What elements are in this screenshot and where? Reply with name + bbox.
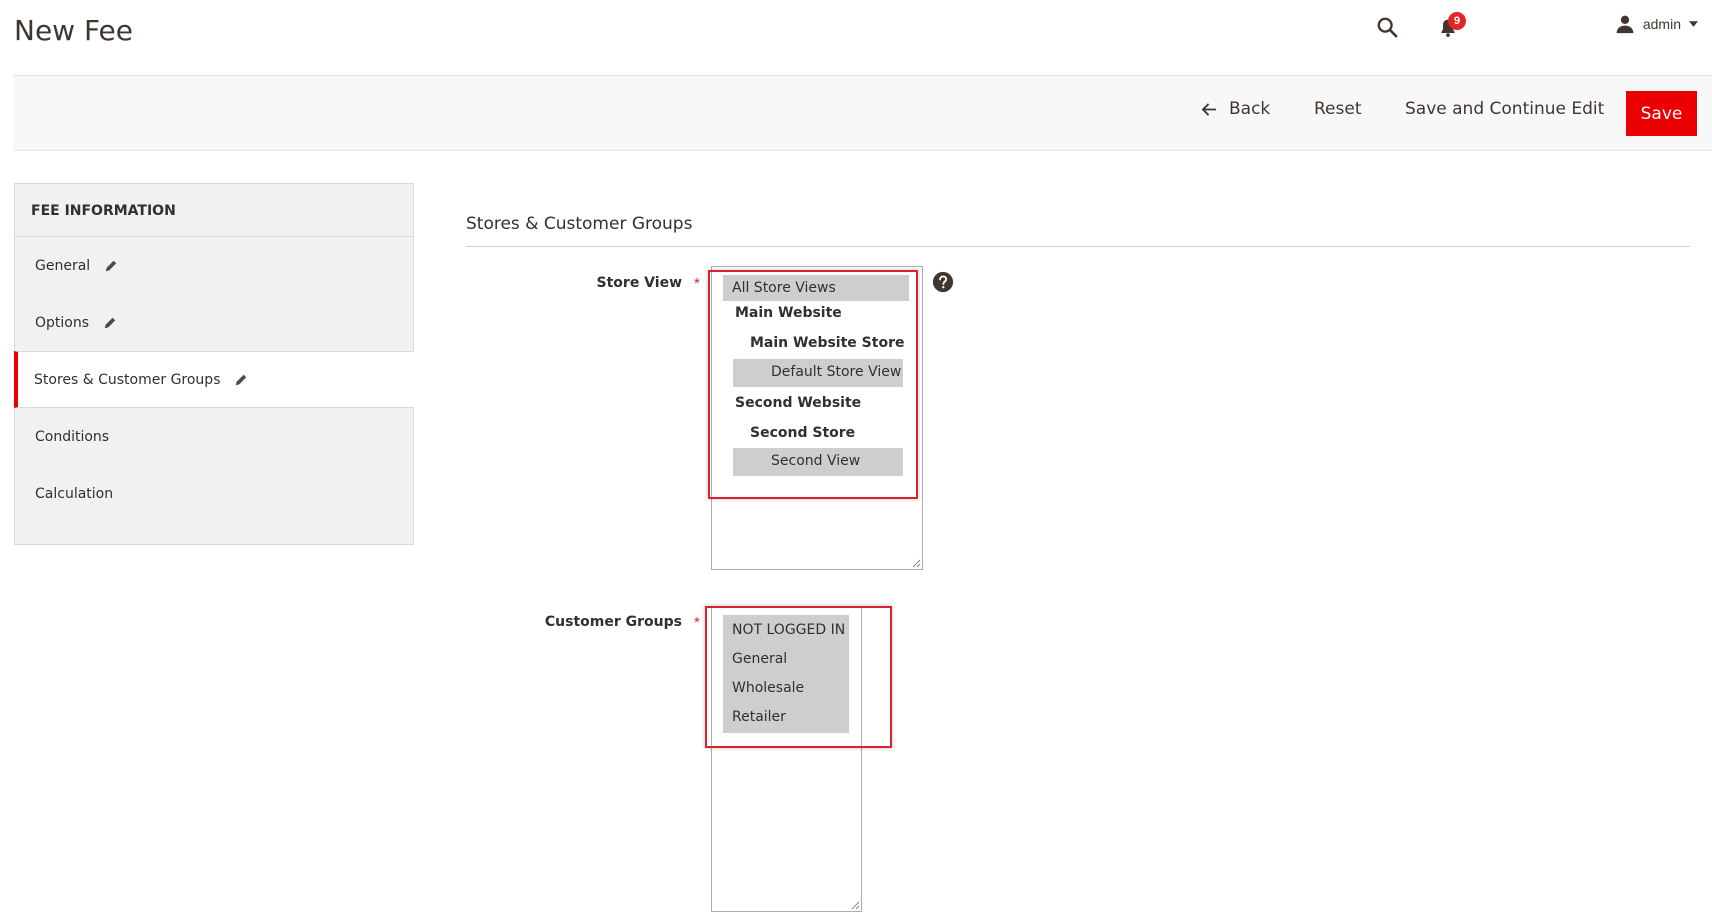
- sidebar-item-label: Options: [35, 314, 90, 331]
- option-general[interactable]: General: [723, 645, 849, 674]
- user-name: admin: [1642, 16, 1681, 32]
- option-default-store-view[interactable]: Default Store View: [733, 359, 903, 387]
- sidebar-item-conditions[interactable]: Conditions: [15, 408, 413, 465]
- option-all-store-views[interactable]: All Store Views: [723, 275, 909, 301]
- option-wholesale[interactable]: Wholesale: [723, 674, 849, 703]
- sidebar-item-label: Stores & Customer Groups: [34, 371, 221, 388]
- user-menu[interactable]: admin: [1615, 14, 1698, 34]
- sidebar-item-label: Calculation: [35, 485, 114, 502]
- reset-button[interactable]: Reset: [1314, 99, 1362, 119]
- option-not-logged-in[interactable]: NOT LOGGED IN: [723, 615, 849, 645]
- pencil-icon: [104, 317, 116, 328]
- sidebar-item-label: General: [35, 257, 91, 274]
- fee-information-sidebar: FEE INFORMATION General Options Stores &…: [14, 183, 414, 545]
- help-icon[interactable]: [932, 271, 954, 293]
- user-icon: [1616, 15, 1634, 34]
- resize-grip-icon[interactable]: [851, 901, 860, 910]
- page-title: New Fee: [14, 14, 133, 47]
- store-view-multiselect[interactable]: All Store Views Main Website Main Websit…: [711, 266, 923, 570]
- notification-count-badge: 9: [1448, 12, 1466, 30]
- resize-grip-icon[interactable]: [912, 559, 921, 568]
- back-button[interactable]: Back: [1202, 99, 1270, 119]
- page-actions-toolbar: Back Reset Save and Continue Edit Save: [14, 75, 1712, 151]
- optgroup-main-website-store: Main Website Store: [750, 335, 905, 351]
- arrow-left-icon: [1202, 102, 1216, 116]
- notifications-button[interactable]: 9: [1438, 12, 1466, 38]
- save-button[interactable]: Save: [1626, 91, 1697, 136]
- sidebar-item-options[interactable]: Options: [15, 294, 413, 351]
- sidebar-heading: FEE INFORMATION: [15, 184, 413, 237]
- sidebar-item-general[interactable]: General: [15, 237, 413, 294]
- header-actions: 9 admin: [1376, 12, 1698, 40]
- option-retailer[interactable]: Retailer: [723, 703, 849, 733]
- required-marker: *: [694, 275, 700, 292]
- sidebar-item-calculation[interactable]: Calculation: [15, 465, 413, 522]
- optgroup-second-store: Second Store: [750, 425, 856, 441]
- sidebar-item-label: Conditions: [35, 428, 110, 445]
- sidebar-item-stores-customer-groups[interactable]: Stores & Customer Groups: [14, 351, 414, 408]
- optgroup-main-website: Main Website: [735, 305, 842, 321]
- optgroup-second-website: Second Website: [735, 395, 862, 411]
- pencil-icon: [236, 374, 247, 385]
- option-second-view[interactable]: Second View: [733, 448, 903, 476]
- pencil-icon: [105, 260, 117, 271]
- save-and-continue-button[interactable]: Save and Continue Edit: [1405, 99, 1604, 119]
- store-view-label: Store View: [596, 275, 682, 291]
- search-icon[interactable]: [1376, 16, 1398, 38]
- caret-down-icon: [1689, 21, 1698, 27]
- customer-groups-label: Customer Groups: [544, 614, 682, 630]
- section-title: Stores & Customer Groups: [466, 214, 693, 234]
- required-marker: *: [694, 614, 700, 631]
- back-label: Back: [1229, 99, 1271, 119]
- section-divider: [466, 246, 1690, 247]
- customer-groups-multiselect[interactable]: NOT LOGGED IN General Wholesale Retailer: [711, 606, 862, 912]
